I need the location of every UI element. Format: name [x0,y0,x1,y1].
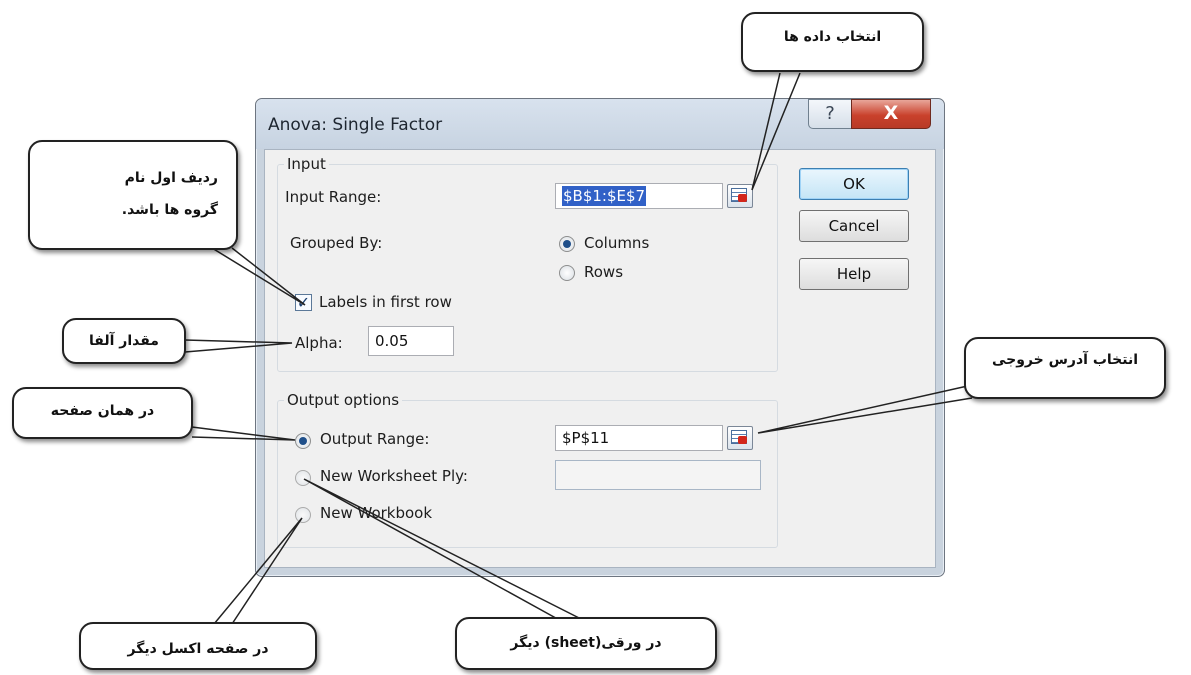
arrow-same-sheet [191,426,296,441]
callout-first-row-line1: ردیف اول نام [124,170,218,186]
callout-output-address: انتخاب آدرس خروجی [964,337,1166,399]
callout-select-data: انتخاب داده ها [741,12,924,72]
callout-output-address-text: انتخاب آدرس خروجی [991,352,1139,368]
callout-select-data-text: انتخاب داده ها [783,29,882,45]
arrow-other-excel [213,517,303,625]
callout-same-sheet: در همان صفحه [12,387,193,439]
callout-other-sheet-text: در ورقی(sheet) دیگر [510,635,662,651]
arrow-output-address [757,384,973,434]
arrow-first-row [211,247,306,306]
callout-first-row-line2: گروه ها باشد. [121,202,218,218]
callout-other-sheet: در ورقی(sheet) دیگر [455,617,717,670]
callout-same-sheet-text: در همان صفحه [50,403,155,419]
arrow-select-data [751,72,801,191]
callout-other-excel-text: در صفحه اکسل دیگر [127,641,269,657]
callout-first-row-names: ردیف اول نام گروه ها باشد. [28,140,238,250]
arrow-alpha [184,339,293,353]
callout-other-excel: در صفحه اکسل دیگر [79,622,317,670]
callout-alpha-text: مقدار آلفا [89,333,159,349]
arrow-other-sheet [303,478,588,623]
callout-alpha: مقدار آلفا [62,318,186,364]
